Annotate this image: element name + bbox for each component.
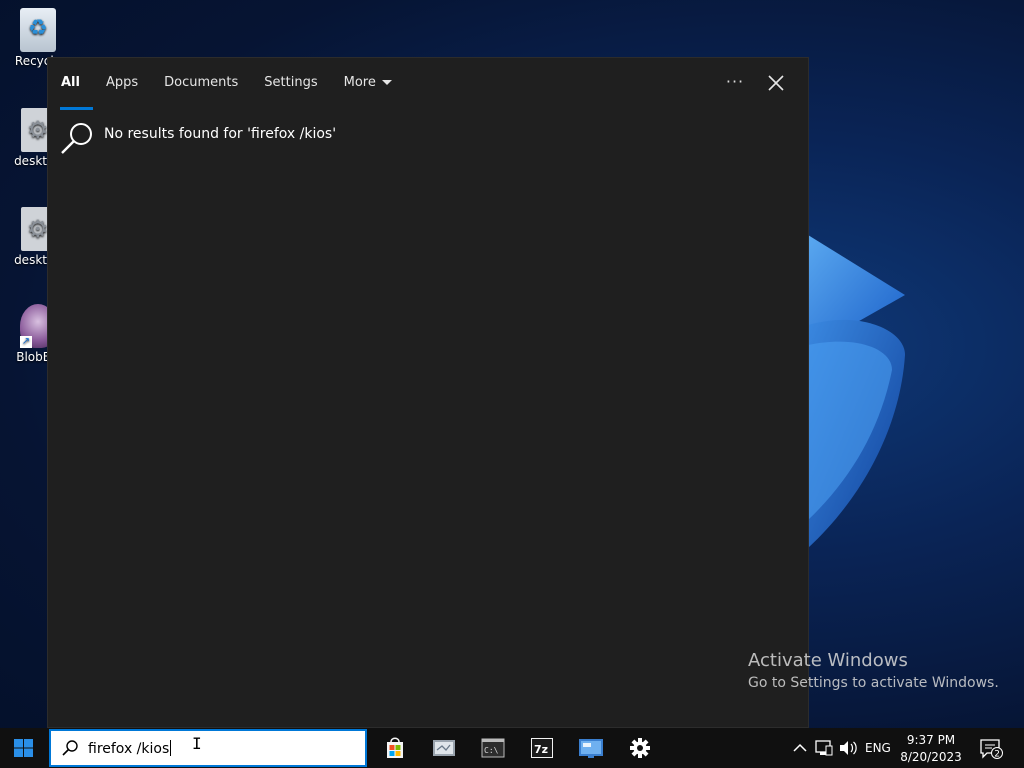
notification-count: 2	[994, 750, 1000, 760]
no-results-message: No results found for 'firefox /kios'	[104, 126, 337, 142]
tab-documents[interactable]: Documents	[164, 58, 238, 110]
gear-icon[interactable]	[617, 728, 663, 768]
tab-label: All	[61, 75, 80, 90]
microsoft-store-icon[interactable]	[372, 728, 418, 768]
recycle-bin-icon	[20, 8, 56, 52]
tab-label: More	[343, 75, 376, 90]
clock-time: 9:37 PM	[906, 733, 956, 747]
chevron-up-icon[interactable]	[790, 728, 810, 768]
cmd-icon-text: C:\	[484, 746, 499, 755]
tab-all[interactable]: All	[60, 58, 93, 110]
tab-label: Apps	[105, 75, 139, 90]
command-prompt-icon[interactable]: C:\	[470, 728, 516, 768]
taskbar: firefox /kios I C:\ 7z ENG 9:37 PM 8/20/…	[0, 728, 1024, 768]
clock[interactable]: 9:37 PM 8/20/2023	[892, 732, 970, 766]
chevron-down-icon	[381, 80, 392, 85]
network-icon[interactable]	[813, 728, 835, 768]
search-icon	[62, 740, 78, 756]
volume-icon[interactable]	[837, 728, 859, 768]
tab-settings[interactable]: Settings	[264, 58, 317, 110]
watermark-subtitle: Go to Settings to activate Windows.	[748, 675, 999, 691]
clock-date: 8/20/2023	[900, 750, 962, 764]
search-panel: All Apps Documents Settings More ··· No …	[47, 57, 809, 728]
language-indicator[interactable]: ENG	[865, 728, 891, 768]
taskbar-search-box[interactable]: firefox /kios I	[49, 729, 367, 767]
ellipsis-icon[interactable]: ···	[724, 72, 746, 94]
mouse-ibeam-cursor: I	[192, 734, 202, 753]
windows-start-icon[interactable]	[0, 728, 48, 768]
no-results-row: No results found for 'firefox /kios'	[60, 120, 336, 160]
watermark-title: Activate Windows	[748, 650, 908, 671]
7zip-icon[interactable]: 7z	[519, 728, 565, 768]
notification-center-icon[interactable]: 2	[978, 736, 1004, 760]
search-icon	[61, 123, 92, 154]
remote-desktop-icon[interactable]	[568, 728, 614, 768]
close-icon[interactable]	[764, 71, 788, 95]
file-explorer-icon[interactable]	[421, 728, 467, 768]
tab-label: Documents	[164, 75, 239, 90]
tab-more[interactable]: More	[344, 58, 392, 110]
tab-apps[interactable]: Apps	[106, 58, 138, 110]
search-input[interactable]: firefox /kios	[88, 740, 172, 757]
7zip-icon-text: 7z	[534, 743, 548, 756]
activation-watermark: Activate Windows Go to Settings to activ…	[748, 650, 999, 691]
search-tabs: All Apps Documents Settings More	[60, 58, 418, 110]
text-cursor	[170, 740, 172, 756]
tab-label: Settings	[264, 75, 318, 90]
search-input-value: firefox /kios	[88, 741, 170, 757]
shortcut-arrow-icon: ↗	[20, 336, 32, 348]
